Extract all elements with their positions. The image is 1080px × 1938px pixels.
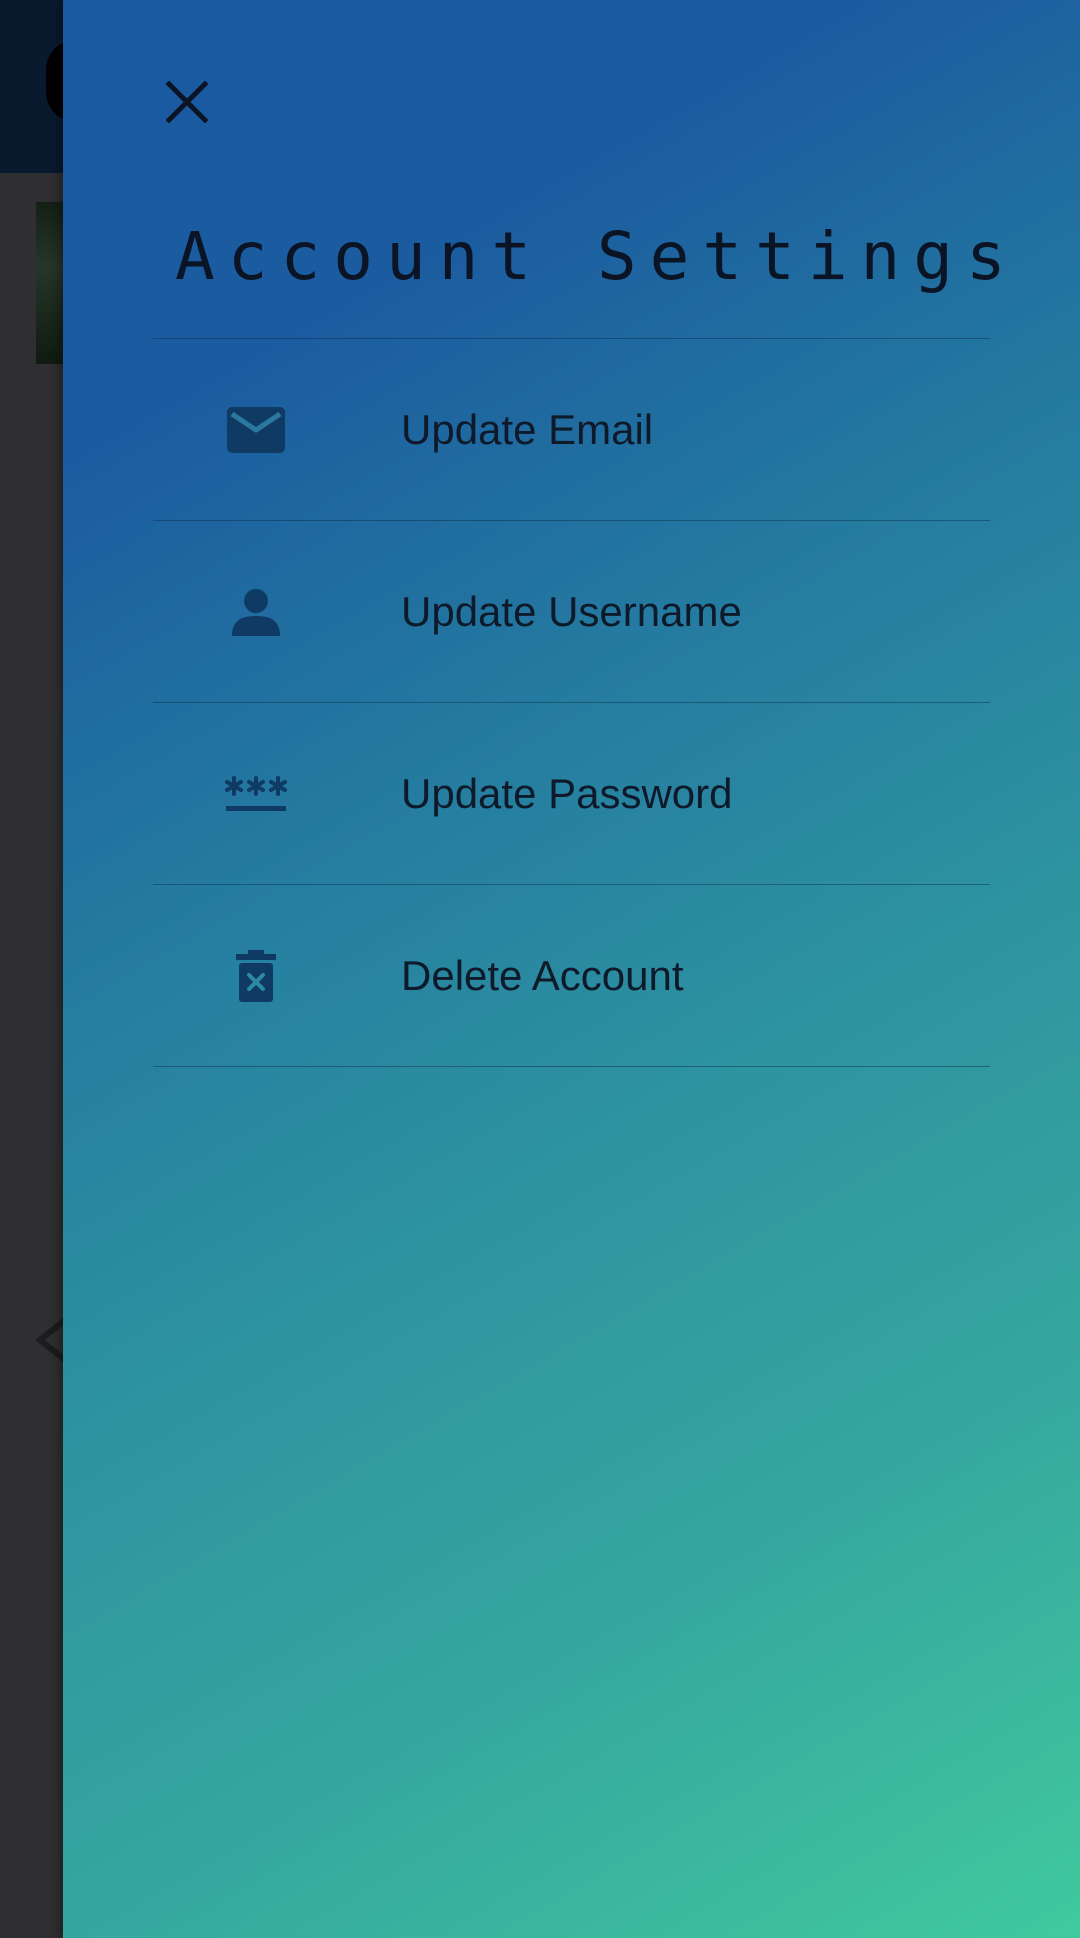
drawer-title: Account Settings (175, 218, 1019, 295)
menu-item-label: Update Username (401, 587, 742, 635)
close-icon (166, 81, 208, 123)
settings-menu: Update Email Update Username Update Pass… (153, 338, 990, 1067)
menu-item-update-password[interactable]: Update Password (153, 703, 990, 885)
menu-item-label: Delete Account (401, 951, 684, 999)
close-button[interactable] (152, 67, 222, 137)
password-icon (208, 754, 304, 834)
menu-item-update-email[interactable]: Update Email (153, 339, 990, 521)
email-icon (208, 390, 304, 470)
menu-item-label: Update Password (401, 769, 733, 817)
person-icon (208, 572, 304, 652)
menu-item-update-username[interactable]: Update Username (153, 521, 990, 703)
screen: Account Settings Update Email Update Use… (0, 0, 1080, 1938)
account-settings-drawer: Account Settings Update Email Update Use… (63, 0, 1080, 1938)
delete-icon (208, 936, 304, 1016)
menu-item-delete-account[interactable]: Delete Account (153, 885, 990, 1067)
menu-item-label: Update Email (401, 405, 654, 453)
